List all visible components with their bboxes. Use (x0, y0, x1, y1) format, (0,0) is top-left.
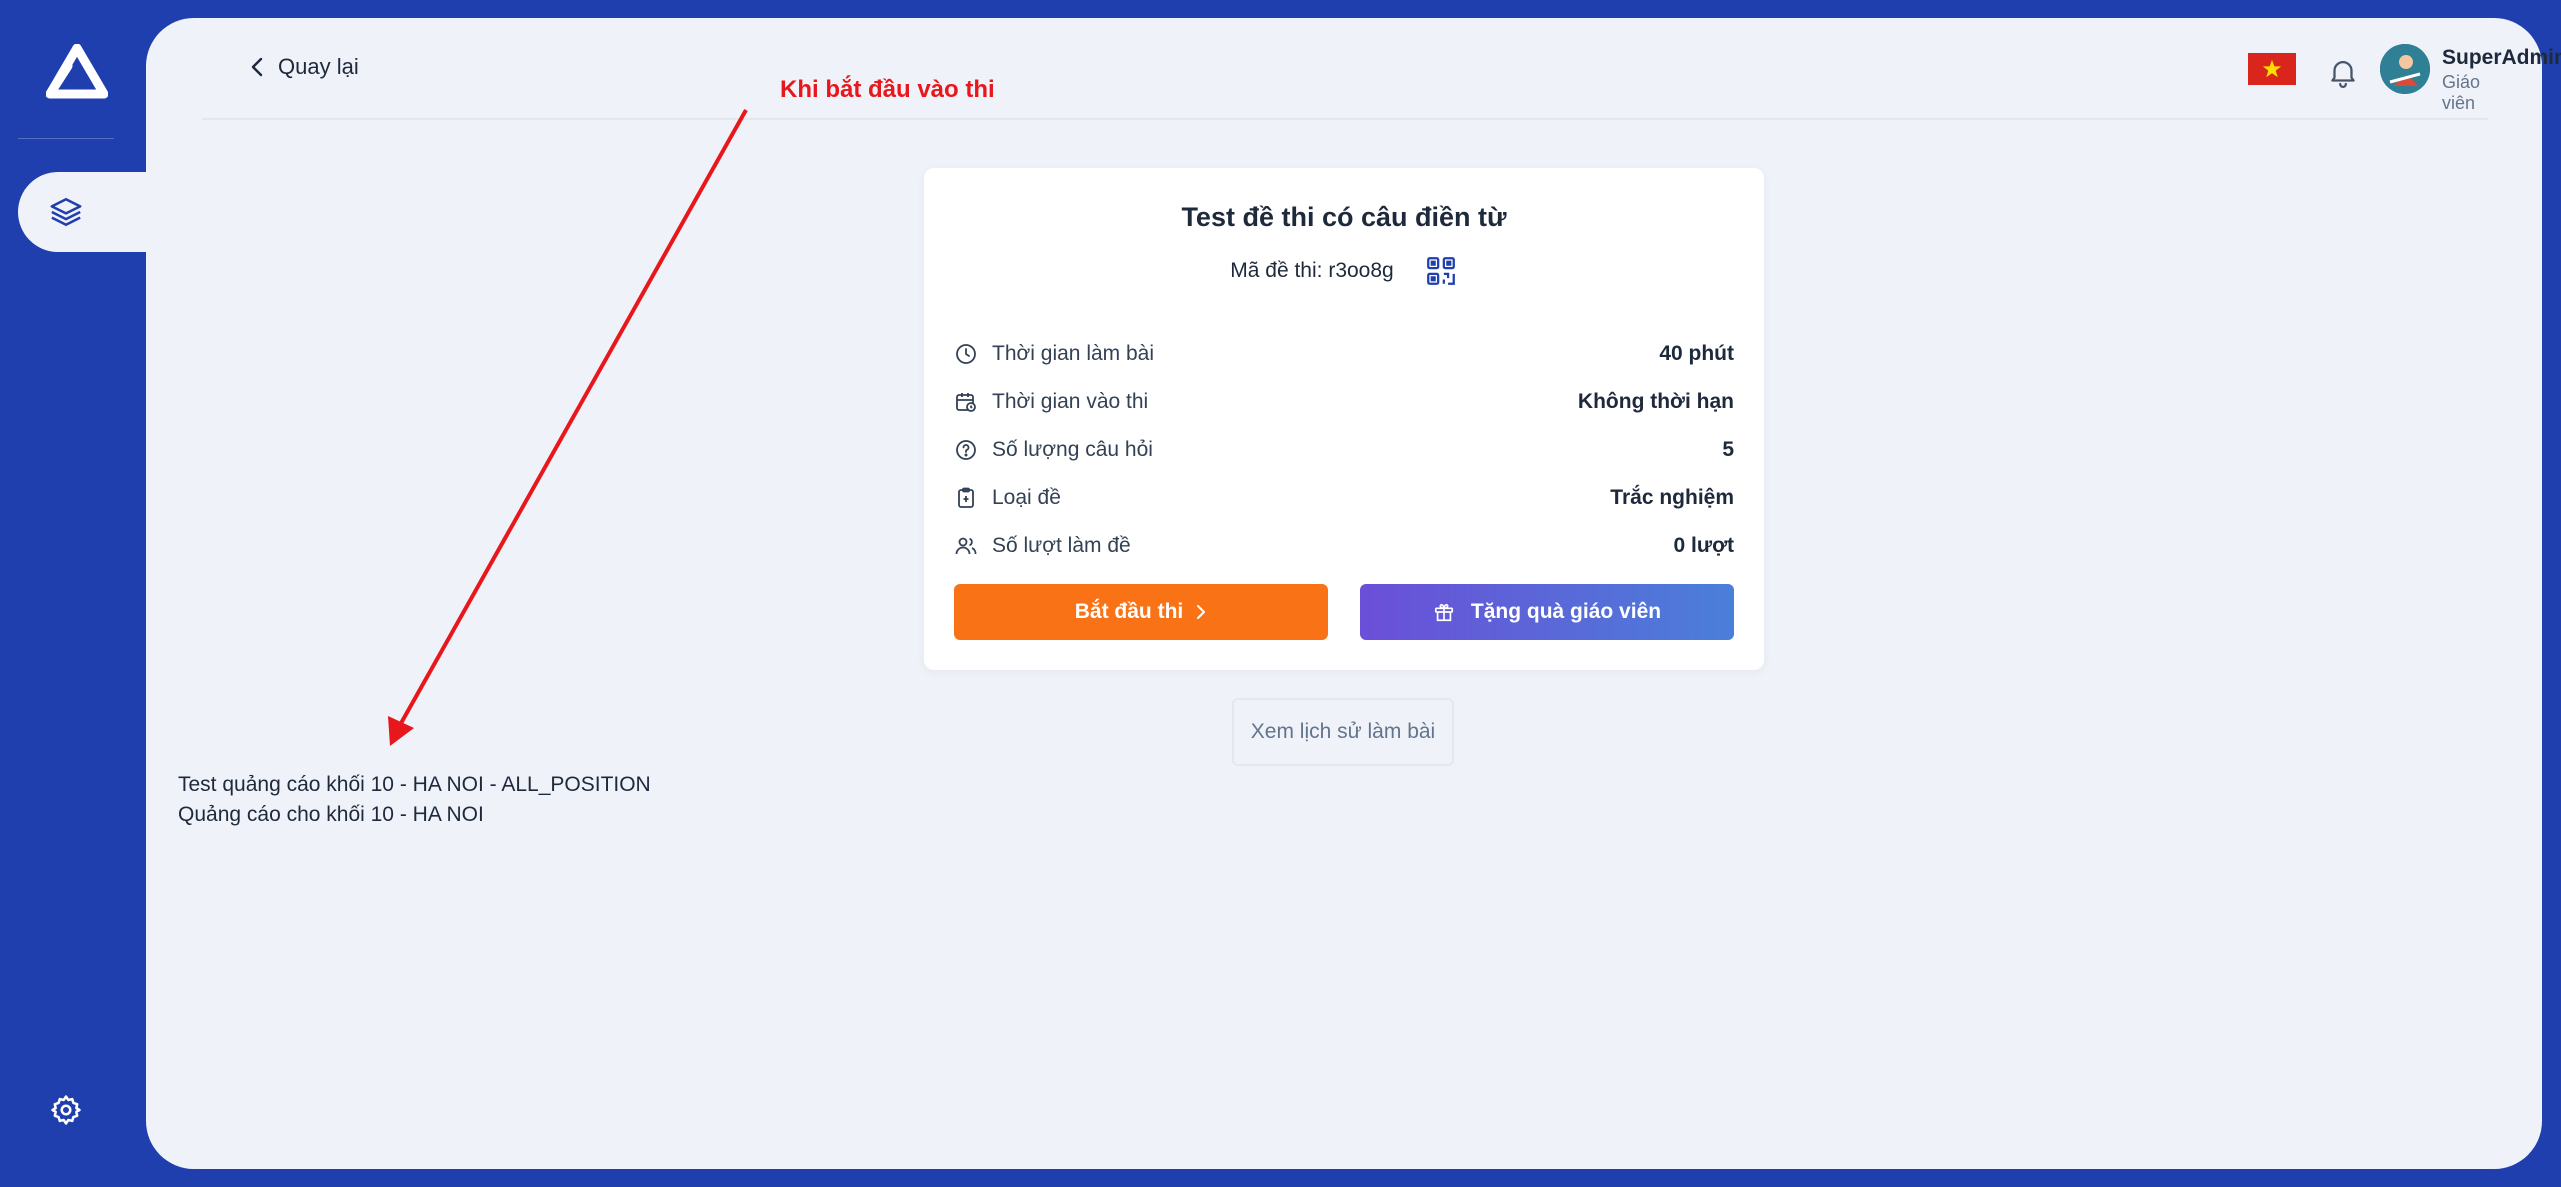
ad-line-1: Test quảng cáo khối 10 - HA NOI - ALL_PO… (178, 773, 651, 796)
clock-icon (954, 342, 978, 366)
detail-row-entry-time: Thời gian vào thi Không thời hạn (954, 378, 1734, 426)
ad-text: Test quảng cáo khối 10 - HA NOI - ALL_PO… (178, 770, 651, 830)
gear-icon[interactable] (44, 1090, 88, 1130)
app-logo[interactable] (45, 43, 109, 100)
detail-value: Trắc nghiệm (1610, 486, 1734, 509)
exam-details: Thời gian làm bài 40 phút Thời gian vào … (954, 330, 1734, 570)
qr-code-icon[interactable] (1424, 254, 1458, 288)
detail-label: Số lượt làm đề (992, 534, 1131, 557)
detail-value: Không thời hạn (1577, 390, 1734, 413)
detail-row-duration: Thời gian làm bài 40 phút (954, 330, 1734, 378)
bell-icon[interactable] (2326, 54, 2360, 90)
detail-value: 5 (1722, 438, 1734, 461)
start-exam-label: Bắt đầu thi (1074, 600, 1184, 623)
gift-icon (1434, 603, 1453, 622)
exam-code-label: Mã đề thi: (1230, 259, 1323, 282)
vietnam-flag-icon[interactable] (2248, 53, 2296, 85)
main-panel: Quay lại SuperAdmin Giáo viên Test đề th… (146, 18, 2561, 1169)
detail-row-attempts: Số lượt làm đề 0 lượt (954, 522, 1734, 570)
exam-code: Mã đề thi: r3oo8g (1230, 259, 1393, 283)
question-circle-icon (954, 438, 978, 462)
calendar-clock-icon (954, 390, 978, 414)
detail-label: Số lượng câu hỏi (992, 438, 1153, 461)
exam-title: Test đề thi có câu điền từ (1181, 202, 1507, 232)
start-exam-button[interactable]: Bắt đầu thi (954, 584, 1328, 640)
layers-icon[interactable] (44, 194, 88, 230)
ad-line-2: Quảng cáo cho khối 10 - HA NOI (178, 803, 484, 826)
gift-teacher-label: Tặng quà giáo viên (1470, 600, 1662, 623)
back-label: Quay lại (278, 54, 359, 79)
user-name: SuperAdmin (2442, 46, 2561, 69)
detail-row-exam-type: Loại đề Trắc nghiệm (954, 474, 1734, 522)
exam-card: Test đề thi có câu điền từ Mã đề thi: r3… (924, 168, 1764, 670)
annotation-label: Khi bắt đầu vào thi (780, 76, 995, 103)
gift-teacher-button[interactable]: Tặng quà giáo viên (1360, 584, 1734, 640)
detail-value: 40 phút (1659, 342, 1734, 365)
users-icon (954, 534, 978, 558)
detail-label: Thời gian làm bài (992, 342, 1155, 365)
sidebar (0, 0, 146, 1187)
user-role: Giáo viên (2442, 72, 2481, 113)
back-button[interactable]: Quay lại (250, 54, 359, 80)
detail-value: 0 lượt (1673, 534, 1734, 557)
avatar[interactable] (2380, 44, 2430, 94)
exam-code-value: r3oo8g (1328, 259, 1394, 282)
sidebar-divider (18, 138, 114, 139)
top-bar: Quay lại SuperAdmin Giáo viên (202, 18, 2561, 120)
chevron-left-icon (251, 57, 263, 77)
detail-label: Loại đề (992, 486, 1061, 509)
view-history-button[interactable]: Xem lịch sử làm bài (1232, 698, 1454, 766)
exam-code-row: Mã đề thi: r3oo8g (924, 254, 1764, 288)
chevron-right-icon (1197, 605, 1206, 619)
detail-row-question-count: Số lượng câu hỏi 5 (954, 426, 1734, 474)
clipboard-icon (954, 486, 978, 510)
detail-label: Thời gian vào thi (992, 390, 1149, 413)
